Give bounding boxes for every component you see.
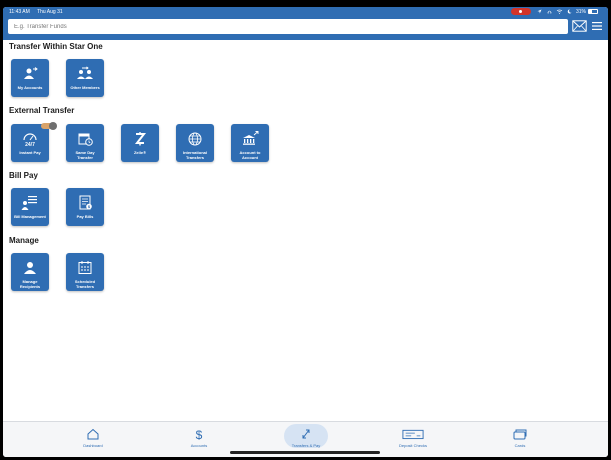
tile-zelle[interactable]: Zelle® — [121, 124, 159, 162]
location-arrow-icon — [537, 9, 542, 14]
tile-same-day-transfer[interactable]: Same Day Transfer — [66, 124, 104, 162]
svg-text:$: $ — [196, 428, 203, 440]
tile-label: Account to Account — [239, 150, 261, 160]
status-time: 11:43 AM — [9, 9, 30, 15]
tab-label: Deposit Checks — [398, 443, 427, 448]
tile-scheduled-transfers[interactable]: Scheduled Transfers — [66, 253, 104, 291]
section-title-transfer-within: Transfer Within Star One — [9, 42, 103, 51]
tooltip-toggle[interactable] — [41, 122, 57, 130]
status-bar-right: 31% — [510, 8, 598, 15]
tile-label: Same Day Transfer — [75, 150, 95, 160]
battery-percent: 31% — [575, 8, 586, 15]
battery-icon — [588, 9, 598, 14]
hamburger-menu-icon[interactable] — [592, 21, 602, 31]
tab-dashboard[interactable]: Dashboard — [63, 422, 123, 457]
app-screen: 11:43 AM Thu Aug 31 31% Transfer Within … — [3, 7, 608, 457]
tile-manage-recipients[interactable]: Manage Recipients — [11, 253, 49, 291]
members-transfer-icon — [77, 66, 93, 79]
tab-accounts[interactable]: $ Accounts — [169, 422, 229, 457]
tile-label: Bill Management — [14, 214, 46, 219]
home-icon — [87, 428, 99, 440]
recipients-icon — [24, 262, 36, 274]
tile-label: My Accounts — [17, 85, 43, 90]
tile-instant-pay[interactable]: 24/7 Instant Pay — [11, 124, 49, 162]
tab-label: Cards — [514, 443, 526, 448]
zelle-icon — [134, 132, 147, 146]
bill-management-icon — [21, 196, 37, 210]
headphones-icon — [547, 10, 552, 14]
svg-text:24/7: 24/7 — [25, 142, 35, 147]
tile-bill-management[interactable]: Bill Management — [11, 188, 49, 226]
section-title-manage: Manage — [9, 236, 39, 245]
instant-pay-24-7-icon: 24/7 — [23, 133, 37, 147]
transfer-arrows-icon — [302, 429, 310, 439]
mail-icon[interactable] — [572, 20, 587, 32]
tile-label: Instant Pay — [19, 150, 41, 155]
scheduled-calendar-icon — [78, 261, 92, 274]
tile-account-to-account[interactable]: Account to Account — [231, 124, 269, 162]
tile-international-transfers[interactable]: International Transfers — [176, 124, 214, 162]
tile-other-members[interactable]: Other Members — [66, 59, 104, 97]
tile-label: Other Members — [70, 85, 100, 90]
card-icon — [513, 429, 527, 440]
status-date: Thu Aug 31 — [37, 9, 63, 15]
tile-my-accounts[interactable]: My Accounts — [11, 59, 49, 97]
tile-label: Pay Bills — [76, 214, 94, 219]
tile-label: Manage Recipients — [19, 279, 41, 289]
check-icon — [402, 429, 424, 440]
tile-label: Scheduled Transfers — [74, 279, 96, 289]
tab-deposit-checks[interactable]: Deposit Checks — [383, 422, 443, 457]
pay-bills-icon: $ — [79, 195, 92, 210]
bank-transfer-icon — [243, 131, 259, 145]
globe-icon — [188, 132, 202, 146]
section-title-external-transfer: External Transfer — [9, 106, 75, 115]
tab-label: Transfers & Pay — [291, 443, 321, 448]
calendar-clock-icon — [78, 133, 93, 146]
tab-label: Dashboard — [83, 443, 103, 448]
tile-pay-bills[interactable]: $ Pay Bills — [66, 188, 104, 226]
tab-label: Accounts — [190, 443, 208, 448]
tile-label: Zelle® — [133, 150, 147, 155]
tab-cards[interactable]: Cards — [490, 422, 550, 457]
search-input[interactable] — [8, 19, 568, 34]
moon-icon — [567, 9, 572, 14]
section-title-bill-pay: Bill Pay — [9, 171, 38, 180]
top-bar: 11:43 AM Thu Aug 31 31% — [3, 7, 608, 40]
accounts-transfer-icon — [24, 67, 38, 79]
wifi-icon — [556, 9, 563, 14]
dollar-icon: $ — [196, 428, 203, 440]
home-indicator[interactable] — [230, 451, 380, 454]
screen-recording-icon — [510, 8, 531, 15]
status-bar-left: 11:43 AM Thu Aug 31 — [9, 9, 69, 15]
tile-label: International Transfers — [182, 150, 207, 160]
